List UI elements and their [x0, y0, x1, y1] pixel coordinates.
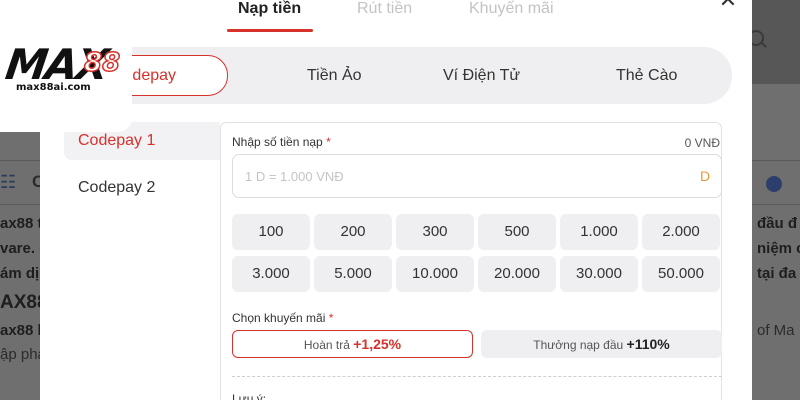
amount-chip[interactable]: 100	[232, 214, 310, 250]
background-text: ax88 l	[0, 322, 42, 339]
logo-number: 88	[83, 47, 121, 79]
promo-option-first-deposit[interactable]: Thưởng nạp đầu +110%	[481, 330, 722, 358]
amount-chip[interactable]: 300	[396, 214, 474, 250]
planet-icon	[766, 176, 782, 192]
background-text: tại đa	[757, 265, 797, 282]
background-text: ập phá	[0, 346, 46, 363]
section-divider	[232, 376, 722, 377]
tab-promotions[interactable]: Khuyến mãi	[469, 0, 554, 18]
amount-chip[interactable]: 30.000	[560, 256, 638, 292]
amount-chip[interactable]: 200	[314, 214, 392, 250]
logo-domain: max88ai.com	[16, 82, 91, 93]
amount-chip[interactable]: 2.000	[642, 214, 720, 250]
promo-label: Chọn khuyến mãi *	[232, 311, 333, 325]
amount-chip[interactable]: 3.000	[232, 256, 310, 292]
background-text: ax88 t	[0, 215, 43, 232]
tab-withdraw[interactable]: Rút tiền	[357, 0, 412, 18]
max88-logo[interactable]: MAX 88 max88ai.com	[0, 0, 132, 132]
method-card[interactable]: Thẻ Cào	[616, 47, 677, 104]
payment-method-bar: Codepay Tiền Ảo Ví Điện Tử Thẻ Cào	[60, 47, 732, 104]
top-tabs: Nạp tiền Rút tiền Khuyến mãi	[40, 0, 752, 32]
balance-value: 0 VNĐ	[684, 136, 720, 150]
promo-option-label: Hoàn trả	[303, 338, 350, 352]
promo-option-value: +1,25%	[353, 336, 402, 352]
amount-label-text: Nhập số tiền nạp	[232, 135, 323, 149]
amount-chip[interactable]: 20.000	[478, 256, 556, 292]
amount-chip[interactable]: 1.000	[560, 214, 638, 250]
promo-label-text: Chọn khuyến mãi	[232, 311, 326, 325]
method-crypto[interactable]: Tiền Ảo	[307, 47, 362, 104]
amount-chip[interactable]: 10.000	[396, 256, 474, 292]
amount-label: Nhập số tiền nạp *	[232, 135, 331, 149]
amount-chip[interactable]: 5.000	[314, 256, 392, 292]
required-mark: *	[326, 135, 331, 149]
amount-chip[interactable]: 50.000	[642, 256, 720, 292]
active-tab-indicator	[227, 29, 313, 32]
promo-option-value: +110%	[626, 336, 670, 352]
required-mark: *	[328, 311, 334, 325]
deposit-modal: ✕ Nạp tiền Rút tiền Khuyến mãi Codepay T…	[40, 0, 752, 400]
background-text: of Ma	[757, 322, 795, 339]
promo-option-label: Thưởng nạp đầu	[533, 338, 624, 352]
promo-option-cashback[interactable]: Hoàn trả +1,25%	[232, 330, 473, 358]
users-icon: ☷	[0, 172, 17, 192]
method-e-wallet[interactable]: Ví Điện Tử	[443, 47, 520, 104]
background-text: đầu đ	[757, 215, 797, 232]
amount-unit: D	[700, 168, 711, 184]
note-label: Lưu ý:	[232, 392, 267, 400]
background-text: ám dị	[0, 265, 40, 282]
amount-chip[interactable]: 500	[478, 214, 556, 250]
sidebar-item-codepay-2[interactable]: Codepay 2	[64, 169, 220, 207]
amount-input[interactable]	[232, 154, 722, 198]
background-text: niệm c	[757, 240, 800, 257]
tab-deposit[interactable]: Nạp tiền	[238, 0, 301, 18]
